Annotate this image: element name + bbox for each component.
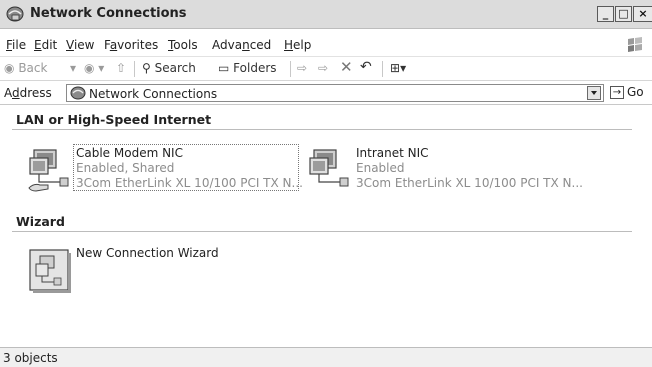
copy-to-icon: ⇨ <box>318 61 329 75</box>
search-icon: ⚲ <box>142 61 151 75</box>
new-connection-wizard-icon <box>29 249 71 293</box>
menu-file[interactable]: File <box>6 38 26 52</box>
connection-status: Enabled, Shared <box>76 161 175 175</box>
connection-name: Cable Modem NIC <box>76 146 183 160</box>
folders-button[interactable]: ▭ Folders <box>218 61 277 75</box>
connection-item-cable-modem[interactable]: Cable Modem NIC Enabled, Shared 3Com Eth… <box>26 144 306 194</box>
window-title: Network Connections <box>30 6 187 21</box>
windows-flag-icon <box>628 37 642 52</box>
group-heading-wizard: Wizard <box>16 214 65 229</box>
maximize-button[interactable]: □ <box>615 6 632 22</box>
status-object-count: 3 objects <box>3 351 58 365</box>
address-bar: Address Network Connections → Go <box>0 82 652 105</box>
wizard-item-new-connection[interactable]: New Connection Wizard <box>26 246 246 294</box>
network-connections-icon <box>70 86 86 100</box>
status-bar: 3 objects <box>0 347 652 367</box>
address-input[interactable]: Network Connections <box>66 84 604 102</box>
address-dropdown-button[interactable] <box>587 86 601 100</box>
menu-favorites[interactable]: Favorites <box>104 38 158 52</box>
connection-device: 3Com EtherLink XL 10/100 PCI TX N... <box>76 176 303 190</box>
folders-icon: ▭ <box>218 61 230 75</box>
back-arrow-icon: ◉ <box>4 61 15 75</box>
group-divider <box>12 129 632 130</box>
forward-button[interactable]: ◉ ▾ <box>84 61 104 75</box>
title-bar[interactable]: Network Connections _ □ × <box>0 0 652 29</box>
move-to-button[interactable]: ⇨ <box>297 61 307 75</box>
connection-name: Intranet NIC <box>356 146 429 160</box>
views-button[interactable]: ⊞▾ <box>390 61 406 75</box>
go-button[interactable]: → Go <box>610 85 644 99</box>
connection-status: Enabled <box>356 161 405 175</box>
explorer-window: Network Connections _ □ × File Edit View… <box>0 0 652 367</box>
back-button[interactable]: ◉ Back <box>4 61 47 75</box>
move-to-icon: ⇨ <box>297 61 308 75</box>
network-connections-icon <box>6 6 24 22</box>
connection-device: 3Com EtherLink XL 10/100 PCI TX N... <box>356 176 583 190</box>
menu-bar: File Edit View Favorites Tools Advanced … <box>0 34 652 57</box>
toolbar-separator <box>134 61 135 77</box>
file-list-pane[interactable]: LAN or High-Speed Internet Cable Modem N… <box>0 106 652 346</box>
menu-view[interactable]: View <box>66 38 94 52</box>
menu-edit[interactable]: Edit <box>34 38 57 52</box>
group-divider <box>12 231 632 232</box>
toolbar-separator <box>382 61 383 77</box>
copy-to-button[interactable]: ⇨ <box>318 61 328 75</box>
menu-tools[interactable]: Tools <box>168 38 198 52</box>
delete-x-icon: ✕ <box>340 58 353 76</box>
shared-hand-icon <box>28 183 49 192</box>
forward-arrow-icon: ◉ <box>84 61 95 75</box>
standard-toolbar: ◉ Back ▾ ◉ ▾ ⇧ ⚲ Search ▭ Folders ⇨ ⇨ ✕ … <box>0 58 652 81</box>
go-arrow-icon: → <box>610 86 624 99</box>
chevron-down-icon <box>591 91 597 95</box>
connection-item-intranet[interactable]: Intranet NIC Enabled 3Com EtherLink XL 1… <box>306 146 586 194</box>
toolbar-separator <box>290 61 291 77</box>
delete-button[interactable]: ✕ <box>340 58 353 76</box>
address-label: Address <box>4 86 52 100</box>
group-heading-lan: LAN or High-Speed Internet <box>16 112 212 127</box>
minimize-button[interactable]: _ <box>597 6 614 22</box>
undo-button[interactable]: ↶ <box>360 59 372 75</box>
up-folder-button[interactable]: ⇧ <box>116 61 126 75</box>
back-dropdown[interactable]: ▾ <box>70 61 76 75</box>
menu-advanced[interactable]: Advanced <box>212 38 271 52</box>
up-arrow-icon: ⇧ <box>116 61 127 75</box>
network-connection-icon <box>309 149 349 187</box>
close-button[interactable]: × <box>633 6 652 22</box>
address-value: Network Connections <box>89 87 218 101</box>
undo-icon: ↶ <box>360 59 372 75</box>
menu-help[interactable]: Help <box>284 38 311 52</box>
search-button[interactable]: ⚲ Search <box>142 61 196 75</box>
wizard-name: New Connection Wizard <box>76 246 219 260</box>
views-icon: ⊞ <box>390 61 401 75</box>
